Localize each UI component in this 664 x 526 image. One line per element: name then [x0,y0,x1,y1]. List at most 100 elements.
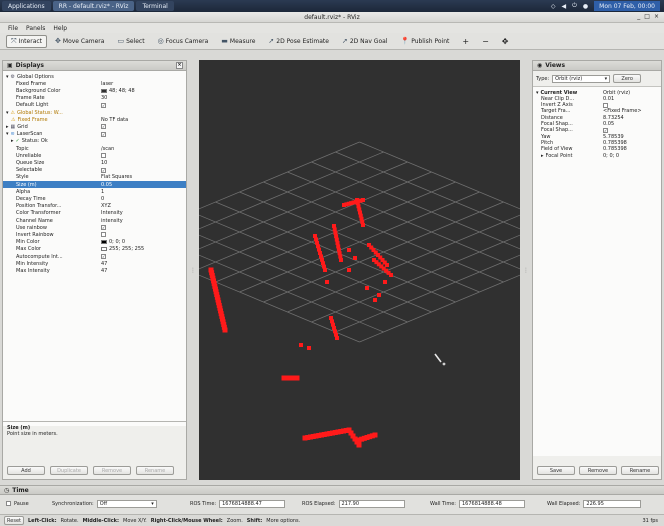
wall-time-value[interactable]: 1676814888.48 [458,499,525,508]
tree-row[interactable]: ▸ ▦ Grid ✓ [3,123,186,130]
tree-row[interactable]: Frame Rate 30 [3,95,186,102]
tree-row[interactable]: ⚠ Fixed Frame No TF data [3,116,186,123]
user-icon[interactable]: ● [583,3,588,10]
expand-icon[interactable]: ▾ [6,110,9,116]
power-icon[interactable]: ⏻ [572,2,577,10]
sync-select[interactable]: Off ▾ [96,499,157,508]
remove-tool-icon[interactable]: − [477,35,494,48]
rename-button[interactable]: Rename [136,466,174,475]
tool-interact-button[interactable]: ⤧ Interact [6,34,48,48]
tree-row[interactable]: Color Transformer Intensity [3,210,186,217]
checkbox[interactable]: ✓ [101,254,106,260]
tree-row-value[interactable] [101,232,106,238]
reset-button[interactable]: Reset [4,516,24,525]
tree-row[interactable]: Default Light ✓ [3,102,186,109]
tree-row-value[interactable]: ✓ [101,167,106,173]
left-splitter[interactable]: ⋮ [189,60,197,480]
tree-row[interactable]: Invert Rainbow [3,231,186,238]
tree-row[interactable]: Selectable ✓ [3,167,186,174]
tree-row[interactable]: Min Color 0; 0; 0 [3,239,186,246]
tree-row-value[interactable] [101,153,106,159]
network-icon[interactable]: ◇ [551,3,556,10]
tree-row-value[interactable]: ✓ [101,225,106,231]
volume-icon[interactable]: ◀ [562,3,567,10]
zero-button[interactable]: Zero [613,74,642,83]
checkbox[interactable]: ✓ [101,225,106,231]
menu-item[interactable]: Panels [26,25,45,32]
checkbox[interactable]: ✓ [101,102,106,108]
move-tool-icon[interactable]: ✥ [497,35,514,48]
view-rename-button[interactable]: Rename [621,466,659,475]
os-clock[interactable]: Mon 07 Feb, 00:00 [594,1,660,11]
collapse-icon[interactable]: ▸ [11,138,14,144]
tree-row[interactable]: Max Color 255; 255; 255 [3,246,186,253]
tree-row-value[interactable]: ✓ [101,102,106,108]
window-titlebar[interactable]: default.rviz* - RViz _ □ × [0,12,664,23]
render-scene[interactable] [119,60,600,480]
checkbox[interactable]: ✓ [101,167,106,173]
expand-icon[interactable]: ▾ [6,131,9,137]
tree-row[interactable]: ▸ Focal Point 0; 0; 0 [533,152,661,159]
minimize-icon[interactable]: _ [637,13,640,20]
tree-row[interactable]: Decay Time 0 [3,195,186,202]
os-task[interactable]: Applications [2,1,51,11]
view-remove-button[interactable]: Remove [579,466,617,475]
tree-row[interactable]: ▾ ⚠ Global Status: W... [3,109,186,116]
checkbox[interactable] [101,232,106,238]
tool-move-camera-button[interactable]: ✥ Move Camera [50,35,109,48]
menu-item[interactable]: Help [53,25,67,32]
checkbox[interactable] [101,153,106,159]
add-button[interactable]: Add [7,466,45,475]
tree-row-value[interactable]: ✓ [101,124,106,130]
tree-row[interactable]: ▾ ≋ LaserScan ✓ [3,131,186,138]
color-swatch[interactable] [101,247,107,252]
tree-row[interactable]: Fixed Frame laser [3,80,186,87]
tree-row[interactable]: Autocompute Int... ✓ [3,253,186,260]
tree-row[interactable]: ▸ ✓ Status: Ok [3,138,186,145]
tree-row[interactable]: Alpha 1 [3,188,186,195]
wall-elapsed-value[interactable]: 226.95 [583,499,642,508]
view-type-select[interactable]: Orbit (rviz) ▾ [552,74,611,83]
checkbox[interactable]: ✓ [101,131,106,137]
pause-control[interactable]: Pause [6,499,29,508]
tree-row-value[interactable]: ✓ [101,254,106,260]
tool-publish-point-button[interactable]: 📍 Publish Point [395,35,454,48]
tree-row[interactable]: ▾ ⚙ Global Options [3,73,186,80]
pause-checkbox[interactable] [6,501,11,506]
tool-measure-button[interactable]: ▬ Measure [216,35,260,48]
color-swatch[interactable] [101,88,107,93]
add-tool-icon[interactable]: + [457,35,474,48]
close-icon[interactable]: × [654,13,659,20]
tree-row[interactable]: Channel Name intensity [3,217,186,224]
color-swatch[interactable] [101,240,107,245]
tree-row[interactable]: Min Intensity 47 [3,260,186,267]
tree-row[interactable]: Use rainbow ✓ [3,224,186,231]
remove-button[interactable]: Remove [93,466,131,475]
tree-row[interactable]: Position Transfor... XYZ [3,203,186,210]
os-task[interactable]: RR - default.rviz* - RViz [52,1,135,11]
os-task[interactable]: Terminal [136,1,174,11]
tree-row-value[interactable]: ✓ [101,131,106,137]
ros-time-value[interactable]: 1676814888.47 [219,499,286,508]
tree-row[interactable]: Max Intensity 47 [3,267,186,274]
duplicate-button[interactable]: Duplicate [50,466,88,475]
collapse-icon[interactable]: ▸ [541,153,544,159]
checkbox[interactable]: ✓ [101,124,106,130]
view-save-button[interactable]: Save [537,466,575,475]
tool-2d-nav-goal-button[interactable]: ➚ 2D Nav Goal [337,35,393,48]
tree-row[interactable]: Style Flat Squares [3,174,186,181]
ros-elapsed-value[interactable]: 217.90 [338,499,405,508]
right-splitter[interactable]: ⋮ [522,60,530,480]
menu-item[interactable]: File [8,25,18,32]
tree-row[interactable]: Unreliable [3,152,186,159]
tree-row[interactable]: Size (m) 0.05 [3,181,186,189]
tool-2d-pose-estimate-button[interactable]: ➚ 2D Pose Estimate [263,35,334,48]
tree-row[interactable]: Topic/scan [3,145,186,152]
render-viewport[interactable] [119,60,600,480]
tool-focus-camera-button[interactable]: ◎ Focus Camera [153,35,214,48]
close-icon[interactable]: × [176,62,183,69]
tool-select-button[interactable]: ▭ Select [112,35,149,48]
tree-row[interactable]: Background Color 48; 48; 48 [3,87,186,94]
maximize-icon[interactable]: □ [644,13,650,20]
expand-icon[interactable]: ▾ [6,74,9,80]
